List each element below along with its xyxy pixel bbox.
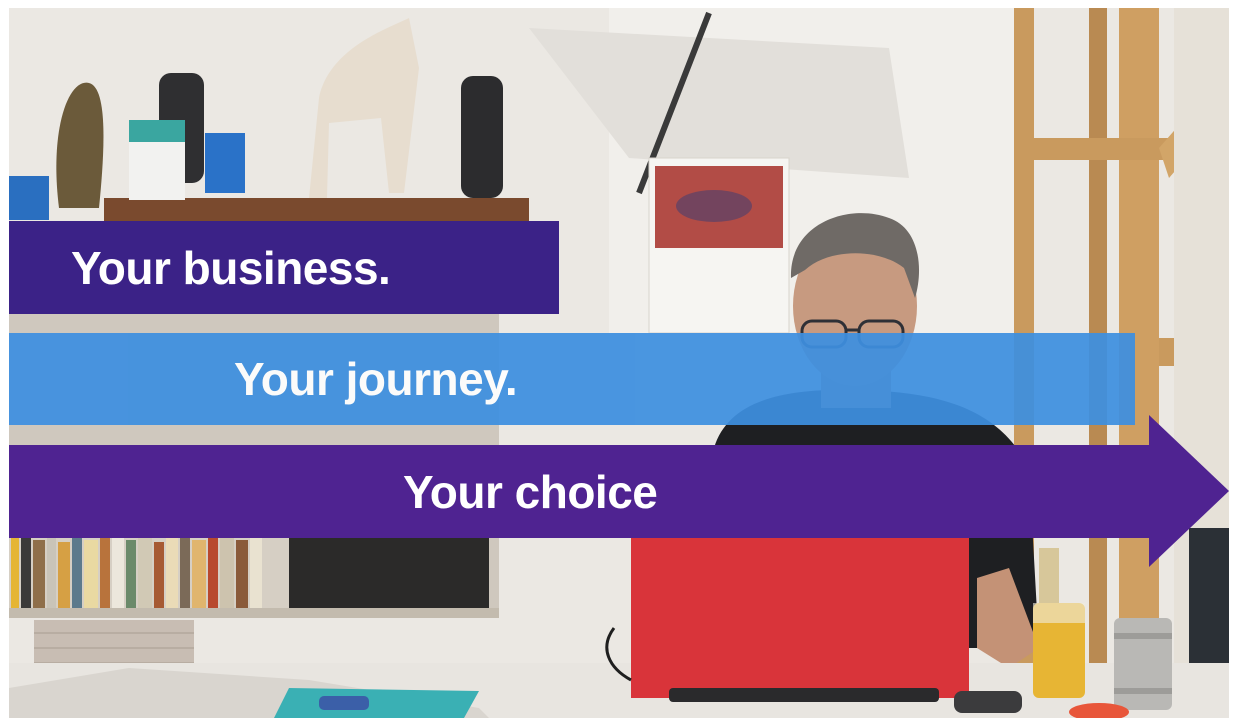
banner-your-journey: Your journey. [9, 333, 1135, 425]
banner-your-business: Your business. [9, 221, 559, 314]
banner-your-choice: Your choice [9, 445, 1149, 538]
banner-your-journey-text: Your journey. [234, 353, 518, 405]
hero-image: Your business. Your journey. Your choice [9, 8, 1229, 718]
arrow-head-icon [1149, 415, 1229, 567]
banner-your-choice-text: Your choice [403, 465, 658, 518]
banner-your-business-text: Your business. [71, 241, 391, 294]
